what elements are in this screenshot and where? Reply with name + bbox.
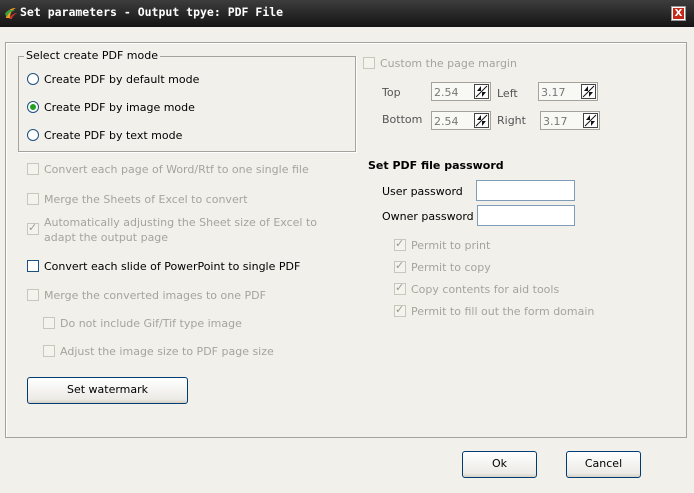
owner-password-label: Owner password — [382, 210, 474, 223]
spinner-value: 3.17 — [543, 115, 568, 128]
radio-selected-dot — [30, 104, 36, 110]
owner-password-input[interactable] — [477, 205, 575, 226]
checkbox-label: Do not include Gif/Tif type image — [60, 317, 242, 330]
margin-bottom-label: Bottom — [382, 113, 423, 126]
spinner-arrows-icon[interactable] — [474, 84, 489, 99]
checkbox-merge-images[interactable]: Merge the converted images to one PDF — [27, 288, 266, 303]
set-watermark-button[interactable]: Set watermark — [27, 377, 188, 404]
checkbox[interactable]: ✓ — [394, 281, 406, 295]
checkbox-custom-margin[interactable]: Custom the page margin — [363, 56, 517, 71]
radio-image-mode[interactable]: Create PDF by image mode — [27, 100, 195, 115]
checkbox-label: Copy contents for aid tools — [411, 283, 560, 296]
password-section-title: Set PDF file password — [368, 159, 504, 172]
user-password-label: User password — [382, 185, 463, 198]
radio-button[interactable] — [27, 129, 39, 141]
checkbox[interactable]: ✓ — [27, 221, 39, 235]
button-label: Ok — [491, 457, 508, 470]
button-label: Cancel — [584, 457, 623, 470]
radio-label: Create PDF by text mode — [44, 129, 183, 142]
radio-label: Create PDF by image mode — [44, 101, 195, 114]
checkmark-icon: ✓ — [395, 259, 405, 272]
checkbox-copy-aid-tools[interactable]: ✓ Copy contents for aid tools — [394, 281, 560, 297]
radio-text-mode[interactable]: Create PDF by text mode — [27, 128, 182, 143]
checkbox-label: Convert each page of Word/Rtf to one sin… — [44, 163, 309, 176]
checkbox-ppt-single[interactable]: Convert each slide of PowerPoint to sing… — [27, 259, 300, 274]
checkbox-label: Custom the page margin — [380, 57, 517, 70]
checkbox-merge-excel[interactable]: Merge the Sheets of Excel to convert — [27, 192, 248, 207]
ok-button[interactable]: Ok — [462, 451, 537, 478]
mode-group-title: Select create PDF mode — [24, 49, 160, 62]
user-password-input[interactable] — [476, 180, 575, 201]
margin-left-label: Left — [497, 87, 518, 100]
checkbox[interactable] — [27, 260, 39, 272]
checkbox-label: Automatically adjusting the Sheet size o… — [44, 216, 318, 244]
checkbox-permit-print[interactable]: ✓ Permit to print — [394, 237, 491, 253]
spinner-arrows-icon[interactable] — [474, 113, 489, 128]
radio-button[interactable] — [27, 73, 39, 85]
checkbox-label: Permit to copy — [411, 261, 491, 274]
checkbox[interactable] — [27, 193, 39, 205]
checkbox-no-gif[interactable]: Do not include Gif/Tif type image — [43, 316, 242, 331]
button-label: Set watermark — [66, 383, 149, 396]
margin-left-spinner[interactable]: 3.17 — [538, 82, 598, 101]
checkmark-icon: ✓ — [395, 281, 405, 294]
margin-top-label: Top — [382, 86, 401, 99]
checkbox[interactable]: ✓ — [394, 303, 406, 317]
checkbox[interactable] — [43, 345, 55, 357]
checkbox-adjust-image[interactable]: Adjust the image size to PDF page size — [43, 344, 274, 359]
window-title: Set parameters - Output tpye: PDF File — [20, 5, 284, 19]
app-logo-icon — [5, 8, 17, 19]
radio-label: Create PDF by default mode — [44, 73, 200, 86]
checkbox[interactable] — [27, 163, 39, 175]
checkbox[interactable] — [27, 289, 39, 301]
cancel-button[interactable]: Cancel — [566, 451, 641, 478]
checkbox-label: Adjust the image size to PDF page size — [60, 345, 274, 358]
checkmark-icon: ✓ — [395, 237, 405, 250]
checkbox[interactable]: ✓ — [394, 259, 406, 273]
checkbox-adjust-excel[interactable]: ✓ Automatically adjusting the Sheet size… — [27, 215, 324, 245]
close-icon: X — [673, 8, 684, 19]
checkbox-label: Permit to fill out the form domain — [411, 305, 595, 318]
margin-bottom-spinner[interactable]: 2.54 — [431, 111, 491, 130]
checkbox-label: Permit to print — [411, 239, 491, 252]
checkbox-label: Merge the Sheets of Excel to convert — [44, 193, 248, 206]
margin-top-spinner[interactable]: 2.54 — [431, 82, 491, 101]
margin-right-spinner[interactable]: 3.17 — [540, 111, 600, 130]
checkbox-label: Convert each slide of PowerPoint to sing… — [44, 260, 301, 273]
spinner-value: 2.54 — [434, 115, 459, 128]
spinner-value: 3.17 — [541, 86, 566, 99]
title-bar: Set parameters - Output tpye: PDF File X — [0, 0, 694, 27]
checkbox-label: Merge the converted images to one PDF — [44, 289, 266, 302]
close-button[interactable]: X — [671, 6, 686, 21]
checkbox[interactable] — [363, 57, 375, 69]
checkbox-permit-copy[interactable]: ✓ Permit to copy — [394, 259, 491, 275]
checkbox[interactable]: ✓ — [394, 237, 406, 251]
checkbox-permit-fill-form[interactable]: ✓ Permit to fill out the form domain — [394, 303, 595, 319]
radio-default-mode[interactable]: Create PDF by default mode — [27, 72, 199, 87]
radio-button[interactable] — [27, 101, 39, 113]
checkbox[interactable] — [43, 317, 55, 329]
checkmark-icon: ✓ — [28, 221, 38, 234]
checkbox-word-single[interactable]: Convert each page of Word/Rtf to one sin… — [27, 162, 309, 177]
margin-right-label: Right — [497, 114, 526, 127]
checkmark-icon: ✓ — [395, 303, 405, 316]
spinner-arrows-icon[interactable] — [583, 113, 598, 128]
spinner-value: 2.54 — [434, 86, 459, 99]
spinner-arrows-icon[interactable] — [581, 84, 596, 99]
